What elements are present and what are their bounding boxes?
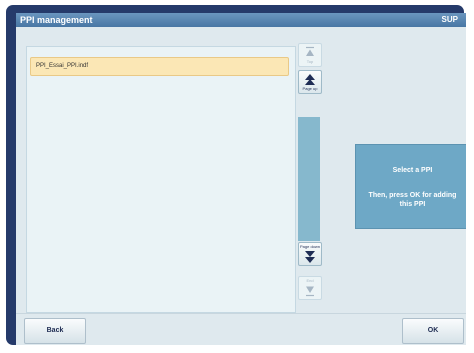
window-title: PPI management [20,15,93,25]
screen: PPI management SUP PPI_Essai_PPI.indf To… [16,13,466,345]
page-up-button[interactable]: Page up [298,70,322,94]
footer-divider [16,313,466,314]
instruction-title: Select a PPI [392,167,433,174]
instruction-text: Then, press OK for adding this PPI [368,192,457,208]
list-item-label: PPI_Essai_PPI.indf [36,63,89,69]
arrow-down-icon [305,251,315,263]
page-down-button[interactable]: Page down [298,242,322,266]
page-up-label: Page up [302,86,318,91]
scroll-top-button[interactable]: Top [298,43,322,67]
ok-button[interactable]: OK [402,318,464,344]
ok-button-label: OK [427,327,439,334]
scroll-end-button[interactable]: End [298,276,322,300]
arrow-to-end-icon [306,286,314,297]
scroll-end-label: End [306,278,314,283]
title-bar: PPI management SUP [16,13,466,27]
ppi-list: PPI_Essai_PPI.indf [26,46,296,313]
page-down-label: Page down [299,244,320,249]
arrow-to-top-icon [306,46,314,56]
scroll-track[interactable] [298,117,320,241]
arrow-up-icon [305,74,315,85]
scroll-top-label: Top [306,59,314,64]
mode-badge: SUP [441,15,458,24]
device-frame: PPI management SUP PPI_Essai_PPI.indf To… [6,5,466,345]
back-button[interactable]: Back [24,318,86,344]
list-item[interactable]: PPI_Essai_PPI.indf [30,57,289,76]
back-button-label: Back [46,327,64,334]
instruction-panel: Select a PPI Then, press OK for adding t… [355,144,466,229]
